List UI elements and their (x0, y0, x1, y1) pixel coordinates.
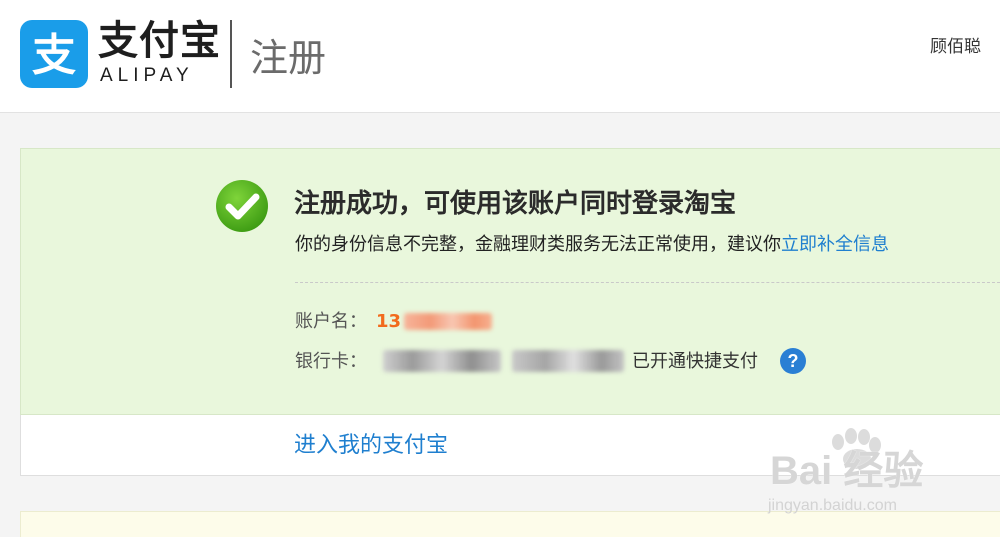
dashed-divider (295, 282, 1000, 283)
enter-my-alipay-link[interactable]: 进入我的支付宝 (294, 431, 448, 461)
page-title: 注册 (250, 36, 327, 80)
account-value-redacted (404, 313, 492, 330)
user-name-link[interactable]: 顾佰聪 (930, 36, 981, 58)
bank-card-redacted-2 (512, 350, 624, 372)
baidu-watermark-url: jingyan.baidu.com (768, 497, 897, 514)
success-check-icon (214, 178, 270, 234)
logo-name: 支付宝 (98, 18, 221, 64)
help-question-icon[interactable]: ? (780, 348, 806, 374)
top-header: 支 支付宝 ALIPAY 注册 顾佰聪 (0, 0, 1000, 113)
logo-subtitle: ALIPAY (100, 65, 194, 86)
account-value: 13 (376, 311, 402, 332)
account-label: 账户名： (295, 311, 367, 332)
logo-divider (230, 20, 232, 88)
baidu-watermark-text: Bai 经验 (770, 449, 924, 493)
identity-info-text: 你的身份信息不完整，金融理财类服务无法正常使用，建议你 (295, 234, 781, 255)
quick-pay-status: 已开通快捷支付 (632, 351, 758, 372)
alipay-logo-icon[interactable]: 支 (20, 20, 88, 88)
identity-info-notice: 你的身份信息不完整，金融理财类服务无法正常使用，建议你立即补全信息 (295, 232, 889, 258)
success-title: 注册成功，可使用该账户同时登录淘宝 (294, 189, 737, 219)
svg-text:支: 支 (32, 30, 76, 81)
complete-info-link[interactable]: 立即补全信息 (781, 234, 889, 255)
bank-card-label: 银行卡： (295, 351, 367, 372)
bank-card-redacted (383, 350, 501, 372)
